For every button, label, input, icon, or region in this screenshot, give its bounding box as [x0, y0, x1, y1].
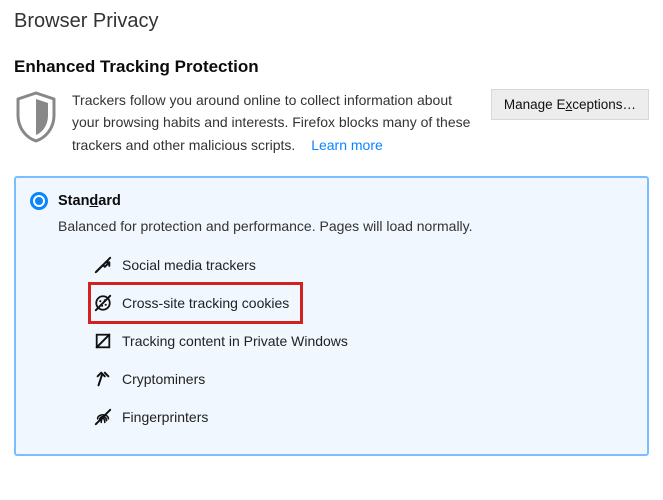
- etp-standard-name-pre: Stan: [58, 193, 89, 209]
- tracker-label: Cross-site tracking cookies: [122, 295, 289, 311]
- social-tracker-icon: [94, 256, 112, 274]
- list-item: Tracking content in Private Windows: [90, 322, 631, 360]
- etp-description-block: Trackers follow you around online to col…: [72, 89, 477, 156]
- tracker-list: Social media trackers Cross-site trackin…: [90, 246, 631, 436]
- etp-standard-option[interactable]: Standard Balanced for protection and per…: [14, 176, 649, 456]
- list-item: Cryptominers: [90, 360, 631, 398]
- manage-exceptions-label-pre: Manage E: [504, 97, 566, 112]
- manage-exceptions-label-post: ceptions…: [572, 97, 636, 112]
- page-title: Browser Privacy: [14, 10, 649, 33]
- manage-exceptions-button[interactable]: Manage Exceptions…: [491, 89, 649, 120]
- shield-icon: [14, 89, 58, 146]
- tracking-content-icon: [94, 332, 112, 350]
- fingerprint-icon: [94, 408, 112, 426]
- tracker-label: Cryptominers: [122, 371, 205, 387]
- list-item: Fingerprinters: [90, 398, 631, 436]
- tracker-label: Social media trackers: [122, 257, 256, 273]
- etp-standard-radio[interactable]: [30, 192, 48, 210]
- etp-standard-accesskey: d: [89, 193, 98, 209]
- etp-standard-head[interactable]: Standard: [30, 192, 631, 210]
- etp-standard-desc: Balanced for protection and performance.…: [58, 218, 631, 234]
- etp-standard-name: Standard: [58, 193, 121, 209]
- etp-heading: Enhanced Tracking Protection: [14, 57, 649, 77]
- etp-standard-name-post: ard: [98, 193, 121, 209]
- etp-intro-row: Trackers follow you around online to col…: [14, 89, 649, 156]
- tracker-label: Fingerprinters: [122, 409, 208, 425]
- cookie-icon: [94, 294, 112, 312]
- etp-description: Trackers follow you around online to col…: [72, 92, 470, 153]
- list-item: Cross-site tracking cookies: [90, 284, 301, 322]
- learn-more-link[interactable]: Learn more: [311, 137, 383, 153]
- cryptominer-icon: [94, 370, 112, 388]
- list-item: Social media trackers: [90, 246, 631, 284]
- tracker-label: Tracking content in Private Windows: [122, 333, 348, 349]
